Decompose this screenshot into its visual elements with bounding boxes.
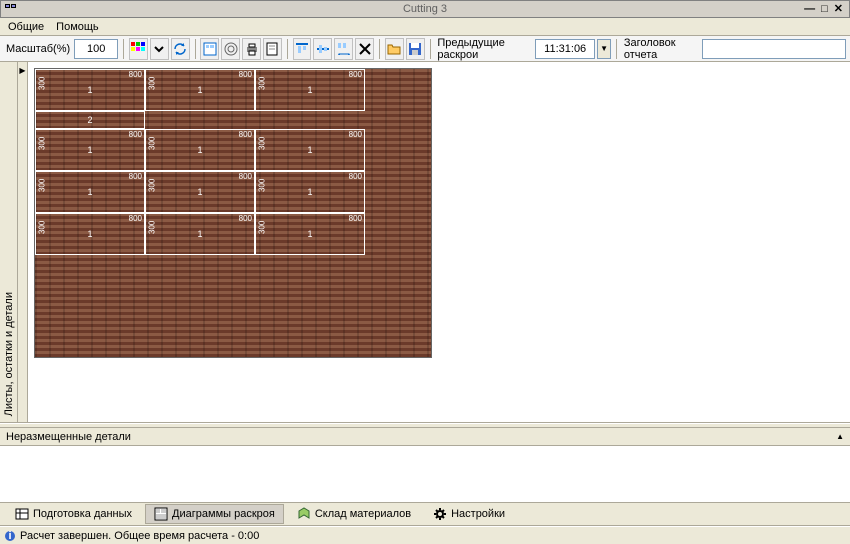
tab-stock[interactable]: Склад материалов	[288, 504, 420, 524]
page-icon[interactable]	[263, 38, 282, 60]
settings-icon	[433, 507, 447, 521]
cut-piece[interactable]: 1800300	[145, 69, 255, 111]
pattern-icon[interactable]	[221, 38, 240, 60]
bottom-tabs: Подготовка данных Диаграммы раскроя Скла…	[0, 502, 850, 526]
distribute-icon[interactable]	[334, 38, 353, 60]
cut-piece[interactable]: 1800300	[145, 129, 255, 171]
cut-piece[interactable]: 1800300	[35, 129, 145, 171]
canvas-area[interactable]: 1800300180030018003002180030018003001800…	[28, 62, 850, 422]
info-icon: i	[4, 530, 16, 542]
cut-piece[interactable]: 1800300	[255, 171, 365, 213]
diagram-icon	[154, 507, 168, 521]
tab-settings[interactable]: Настройки	[424, 504, 514, 524]
window-controls: — □ ✕	[802, 2, 849, 16]
tab-diagrams[interactable]: Диаграммы раскроя	[145, 504, 284, 524]
maximize-button[interactable]: □	[819, 2, 830, 16]
arrow-down-icon[interactable]	[150, 38, 169, 60]
unplaced-body	[0, 446, 850, 502]
refresh-icon[interactable]	[171, 38, 190, 60]
time-dropdown[interactable]: ▼	[597, 39, 611, 59]
menubar: Общие Помощь	[0, 18, 850, 36]
menu-help[interactable]: Помощь	[56, 21, 99, 33]
side-tab-label: Листы, остатки и детали	[3, 292, 15, 416]
close-button[interactable]: ✕	[832, 2, 845, 16]
scale-label: Масштаб(%)	[4, 43, 72, 55]
cut-piece[interactable]: 2	[35, 111, 145, 129]
cut-piece[interactable]: 1800300	[255, 213, 365, 255]
tab-data-prep[interactable]: Подготовка данных	[6, 504, 141, 524]
sheet-icon[interactable]	[200, 38, 219, 60]
save-icon[interactable]	[406, 38, 425, 60]
prev-cuts-label: Предыдущие раскрои	[435, 37, 533, 61]
cut-piece[interactable]: 1800300	[145, 213, 255, 255]
cut-piece[interactable]: 1800300	[35, 213, 145, 255]
menu-general[interactable]: Общие	[8, 21, 44, 33]
side-collapse-handle[interactable]: ▶	[18, 62, 28, 422]
workspace: Листы, остатки и детали ▶ 18003001800300…	[0, 62, 850, 423]
collapse-icon[interactable]: ▲	[836, 432, 844, 441]
cut-piece[interactable]: 1800300	[35, 171, 145, 213]
delete-icon[interactable]	[355, 38, 374, 60]
cutting-sheet[interactable]: 1800300180030018003002180030018003001800…	[34, 68, 432, 358]
scale-input[interactable]	[74, 39, 118, 59]
cut-piece[interactable]: 1800300	[255, 69, 365, 111]
side-tab-sheets[interactable]: Листы, остатки и детали	[0, 62, 18, 422]
svg-text:i: i	[8, 530, 11, 542]
toolbar: Масштаб(%) Предыдущие раскрои ▼ Заголово…	[0, 36, 850, 62]
unplaced-header[interactable]: Неразмещенные детали ▲	[0, 428, 850, 446]
stock-icon	[297, 507, 311, 521]
window-title: Cutting 3	[403, 3, 447, 15]
cut-piece[interactable]: 1800300	[255, 129, 365, 171]
unplaced-label: Неразмещенные детали	[6, 431, 131, 443]
report-title-label: Заголовок отчета	[622, 37, 700, 61]
status-text: Расчет завершен. Общее время расчета - 0…	[20, 530, 259, 542]
data-prep-icon	[15, 507, 29, 521]
time-input[interactable]	[535, 39, 595, 59]
minimize-button[interactable]: —	[802, 2, 817, 16]
app-icon	[5, 4, 19, 14]
cut-piece[interactable]: 1800300	[145, 171, 255, 213]
status-bar: i Расчет завершен. Общее время расчета -…	[0, 526, 850, 544]
cut-piece[interactable]: 1800300	[35, 69, 145, 111]
align-middle-icon[interactable]	[313, 38, 332, 60]
report-title-input[interactable]	[702, 39, 846, 59]
titlebar: Cutting 3 — □ ✕	[0, 0, 850, 18]
print-icon[interactable]	[242, 38, 261, 60]
align-top-icon[interactable]	[293, 38, 312, 60]
grid-color-icon[interactable]	[129, 38, 148, 60]
open-icon[interactable]	[385, 38, 404, 60]
